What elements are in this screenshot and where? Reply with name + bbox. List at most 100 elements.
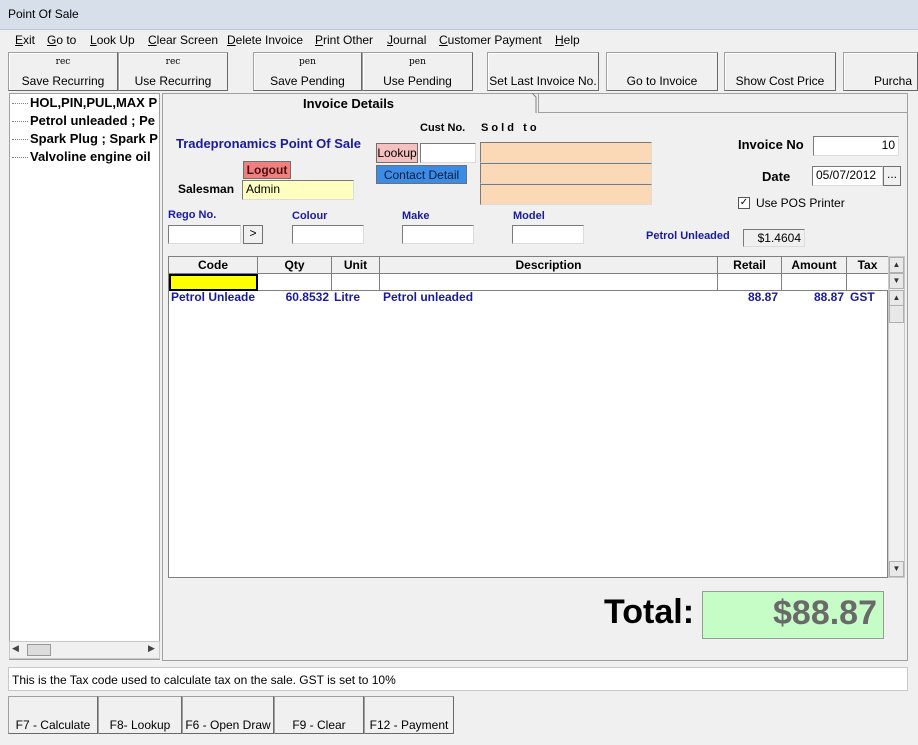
clear-button[interactable]: F9 - Clear xyxy=(274,696,364,734)
tree-item[interactable]: HOL,PIN,PUL,MAX P xyxy=(12,95,157,110)
column-header-retail[interactable]: Retail xyxy=(718,257,782,274)
sold-to-line-1[interactable] xyxy=(480,142,652,163)
scroll-up-icon[interactable]: ▲ xyxy=(889,290,904,306)
sold-to-line-2[interactable] xyxy=(480,163,652,184)
rego-no-field[interactable] xyxy=(168,225,241,244)
invoice-no-field[interactable]: 10 xyxy=(813,136,899,156)
retail-entry-cell[interactable] xyxy=(718,274,782,291)
tree-item[interactable]: Spark Plug ; Spark P xyxy=(12,131,158,146)
window-title: Point Of Sale xyxy=(8,7,79,21)
invoice-no-label: Invoice No xyxy=(738,137,804,152)
title-bar: Point Of Sale xyxy=(0,0,918,30)
row-tax[interactable]: GST xyxy=(850,290,886,304)
model-field[interactable] xyxy=(512,225,584,244)
colour-field[interactable] xyxy=(292,225,364,244)
scroll-thumb[interactable] xyxy=(27,644,51,656)
save-recurring-button[interactable]: rec Save Recurring xyxy=(8,52,118,91)
code-entry-cell[interactable] xyxy=(169,274,258,291)
lookup-button[interactable]: Lookup xyxy=(376,143,418,163)
scroll-down-icon[interactable]: ▼ xyxy=(889,561,904,577)
company-name: Tradepronamics Point Of Sale xyxy=(176,136,361,151)
date-field[interactable]: 05/07/2012 xyxy=(812,166,883,186)
column-header-unit[interactable]: Unit xyxy=(332,257,380,274)
menu-clear-screen[interactable]: Clear Screen xyxy=(148,33,218,47)
menu-exit[interactable]: Exit xyxy=(15,33,35,47)
total-value: $88.87 xyxy=(702,591,884,639)
model-label: Model xyxy=(513,210,545,222)
row-description[interactable]: Petrol unleaded xyxy=(383,290,713,304)
status-bar: This is the Tax code used to calculate t… xyxy=(8,667,908,691)
row-unit[interactable]: Litre xyxy=(334,290,379,304)
logout-button[interactable]: Logout xyxy=(243,161,291,179)
description-entry-cell[interactable] xyxy=(380,274,718,291)
save-pending-button[interactable]: pen Save Pending xyxy=(253,52,362,91)
recurring-icon: rec xyxy=(165,57,181,67)
date-picker-button[interactable]: ... xyxy=(883,166,901,186)
cust-no-label: Cust No. xyxy=(420,122,466,134)
column-header-tax[interactable]: Tax xyxy=(847,257,888,274)
tree-horizontal-scrollbar[interactable]: ◀ ▶ xyxy=(9,641,160,659)
unit-entry-cell[interactable] xyxy=(332,274,380,291)
total-label: Total: xyxy=(604,593,695,631)
grid-vertical-scrollbar[interactable]: ▲ ▼ ▲ ▼ xyxy=(888,256,905,578)
qty-entry-cell[interactable] xyxy=(258,274,332,291)
tree-item[interactable]: Petrol unleaded ; Pe xyxy=(12,113,155,128)
show-cost-price-button[interactable]: Show Cost Price xyxy=(724,52,836,91)
use-pending-button[interactable]: pen Use Pending xyxy=(362,52,473,91)
row-qty[interactable]: 60.8532 xyxy=(258,290,329,304)
use-recurring-label: Use Recurring xyxy=(134,74,212,88)
amount-entry-cell[interactable] xyxy=(782,274,847,291)
payment-button[interactable]: F12 - Payment xyxy=(364,696,454,734)
date-label: Date xyxy=(762,169,791,184)
set-last-invoice-label: Set Last Invoice No. xyxy=(489,74,597,88)
scroll-left-icon[interactable]: ◀ xyxy=(12,643,19,654)
use-recurring-button[interactable]: rec Use Recurring xyxy=(118,52,228,91)
set-last-invoice-button[interactable]: Set Last Invoice No. xyxy=(487,52,599,91)
make-field[interactable] xyxy=(402,225,474,244)
rego-lookup-button[interactable]: > xyxy=(243,225,263,244)
tax-entry-cell[interactable] xyxy=(847,274,888,291)
fuel-price-field: $1.4604 xyxy=(743,229,805,247)
rego-no-label: Rego No. xyxy=(168,209,217,221)
go-to-invoice-button[interactable]: Go to Invoice xyxy=(606,52,718,91)
menu-help[interactable]: Help xyxy=(555,33,580,47)
scroll-thumb[interactable] xyxy=(889,305,904,323)
toolbar: rec Save Recurring rec Use Recurring pen… xyxy=(0,50,918,92)
tab-invoice-details[interactable]: Invoice Details xyxy=(303,96,394,111)
row-retail[interactable]: 88.87 xyxy=(718,290,778,304)
recurring-icon: rec xyxy=(55,57,71,67)
save-pending-label: Save Pending xyxy=(270,74,345,88)
scroll-down-icon[interactable]: ▼ xyxy=(889,273,904,289)
use-pending-label: Use Pending xyxy=(383,74,452,88)
menu-look-up[interactable]: Look Up xyxy=(90,33,135,47)
use-pos-printer-checkbox[interactable]: ✓ xyxy=(738,197,750,209)
fuel-price-label: Petrol Unleaded xyxy=(646,230,730,242)
product-tree[interactable]: HOL,PIN,PUL,MAX P Petrol unleaded ; Pe S… xyxy=(9,93,160,660)
scroll-right-icon[interactable]: ▶ xyxy=(148,643,155,654)
purchase-label: Purcha xyxy=(874,74,913,88)
menu-go-to[interactable]: Go to xyxy=(47,33,76,47)
menu-delete-invoice[interactable]: Delete Invoice xyxy=(227,33,303,47)
menu-customer-payment[interactable]: Customer Payment xyxy=(439,33,542,47)
column-header-code[interactable]: Code xyxy=(169,257,258,274)
salesman-field[interactable]: Admin xyxy=(242,180,354,200)
menu-print-other[interactable]: Print Other xyxy=(315,33,373,47)
cust-no-field[interactable] xyxy=(420,143,476,163)
column-header-amount[interactable]: Amount xyxy=(782,257,847,274)
column-header-description[interactable]: Description xyxy=(380,257,718,274)
row-code[interactable]: Petrol Unleade xyxy=(171,290,257,304)
open-drawer-button[interactable]: F6 - Open Draw xyxy=(182,696,274,734)
sold-to-line-3[interactable] xyxy=(480,184,652,205)
lookup-f8-button[interactable]: F8- Lookup xyxy=(98,696,182,734)
table-row[interactable]: Petrol Unleade 60.8532 Litre Petrol unle… xyxy=(169,290,887,306)
menu-journal[interactable]: Journal xyxy=(387,33,426,47)
contact-detail-button[interactable]: Contact Detail xyxy=(376,165,467,184)
purchase-button[interactable]: Purcha xyxy=(843,52,918,91)
calculate-button[interactable]: F7 - Calculate xyxy=(8,696,98,734)
scroll-up-icon[interactable]: ▲ xyxy=(889,257,904,273)
row-amount[interactable]: 88.87 xyxy=(782,290,844,304)
invoice-grid[interactable]: Code Qty Unit Description Retail Amount … xyxy=(168,256,888,578)
column-header-qty[interactable]: Qty xyxy=(258,257,332,274)
tree-item[interactable]: Valvoline engine oil xyxy=(12,149,151,164)
pending-icon: pen xyxy=(299,57,316,67)
